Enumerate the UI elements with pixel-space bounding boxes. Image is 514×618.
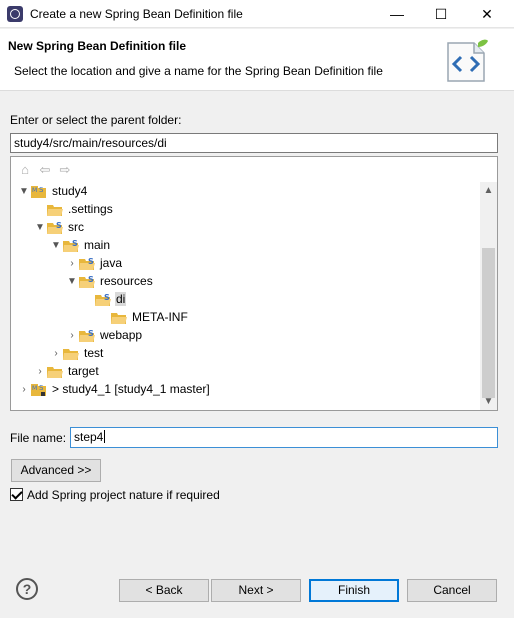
spring-folder-icon: S xyxy=(79,257,95,270)
cancel-button[interactable]: Cancel xyxy=(407,579,497,602)
advanced-button[interactable]: Advanced >> xyxy=(11,459,101,482)
svg-text:S: S xyxy=(39,384,44,392)
maximize-button[interactable]: ☐ xyxy=(418,0,464,28)
tree-item-label: resources xyxy=(100,274,153,288)
tree-item-label: webapp xyxy=(100,328,143,342)
tree-item-label: target xyxy=(68,364,99,378)
folder-icon xyxy=(63,347,79,360)
tree-item-di[interactable]: S di xyxy=(81,290,127,308)
forward-arrow-icon[interactable]: ⇨ xyxy=(57,162,73,178)
wizard-heading: New Spring Bean Definition file xyxy=(8,39,187,53)
project-icon: MS xyxy=(31,185,47,198)
folder-icon xyxy=(111,311,127,324)
spring-bean-file-icon xyxy=(447,39,488,82)
spring-folder-icon: S xyxy=(95,293,111,306)
expand-toggle xyxy=(81,290,95,308)
expand-toggle[interactable]: › xyxy=(65,254,79,272)
expand-toggle xyxy=(97,308,111,326)
svg-text:S: S xyxy=(88,329,94,338)
tree-item-label: src xyxy=(68,220,84,234)
back-button[interactable]: < Back xyxy=(119,579,209,602)
help-icon[interactable]: ? xyxy=(16,578,38,600)
minimize-button[interactable]: — xyxy=(374,0,420,28)
file-name-input[interactable]: step4 xyxy=(70,427,498,448)
spring-folder-icon: S xyxy=(63,239,79,252)
tree-item-meta-inf[interactable]: META-INF xyxy=(97,308,189,326)
expand-toggle[interactable]: › xyxy=(33,362,47,380)
tree-item-resources[interactable]: ▼ S resources xyxy=(65,272,154,290)
wizard-banner: New Spring Bean Definition file Select t… xyxy=(0,29,514,91)
parent-folder-input[interactable]: study4/src/main/resources/di xyxy=(10,133,498,153)
eclipse-app-icon xyxy=(7,6,23,22)
tree-item-label: java xyxy=(100,256,123,270)
tree-item-test[interactable]: › test xyxy=(49,344,104,362)
svg-text:S: S xyxy=(88,257,94,266)
svg-text:S: S xyxy=(72,239,78,248)
tree-item-label: main xyxy=(84,238,111,252)
finish-button[interactable]: Finish xyxy=(309,579,399,602)
window-title: Create a new Spring Bean Definition file xyxy=(30,7,243,21)
tree-item-label: META-INF xyxy=(132,310,188,324)
parent-folder-label: Enter or select the parent folder: xyxy=(10,113,182,127)
tree-item-webapp[interactable]: › S webapp xyxy=(65,326,143,344)
svg-text:S: S xyxy=(56,221,62,230)
expand-toggle[interactable]: ▼ xyxy=(49,236,63,254)
tree-item-src[interactable]: ▼ S src xyxy=(33,218,85,236)
tree-item-label: > study4_1 [study4_1 master] xyxy=(52,382,210,396)
tree-item-label: di xyxy=(115,292,127,306)
spring-folder-icon: S xyxy=(47,221,63,234)
expand-toggle xyxy=(33,200,47,218)
spring-folder-icon: S xyxy=(79,329,95,342)
folder-icon xyxy=(47,365,63,378)
expand-toggle[interactable]: ▼ xyxy=(65,272,79,290)
tree-item-study4-1[interactable]: › MS > study4_1 [study4_1 master] xyxy=(17,380,211,398)
svg-text:S: S xyxy=(104,293,110,302)
next-button[interactable]: Next > xyxy=(211,579,301,602)
tree-toolbar: ⌂ ⇦ ⇨ xyxy=(17,162,73,178)
tree-item-label: .settings xyxy=(68,202,113,216)
wizard-description: Select the location and give a name for … xyxy=(14,64,383,78)
folder-tree[interactable]: ⌂ ⇦ ⇨ ▼ MS study4 .settings ▼ S src ▼ S … xyxy=(10,156,498,411)
expand-toggle[interactable]: › xyxy=(49,344,63,362)
text-caret xyxy=(104,430,106,443)
tree-scrollbar[interactable]: ▲ ▼ xyxy=(480,182,497,410)
file-name-label: File name: xyxy=(10,431,67,445)
project-icon: MS xyxy=(31,383,47,396)
tree-item-java[interactable]: › S java xyxy=(65,254,123,272)
tree-item-target[interactable]: › target xyxy=(33,362,100,380)
spring-nature-label[interactable]: Add Spring project nature if required xyxy=(27,488,220,502)
tree-item-label: test xyxy=(84,346,104,360)
spring-folder-icon: S xyxy=(79,275,95,288)
svg-text:M: M xyxy=(32,385,37,392)
svg-text:S: S xyxy=(88,275,94,284)
file-name-value: step4 xyxy=(74,430,104,444)
tree-item-label: study4 xyxy=(52,184,88,198)
tree-item-study4[interactable]: ▼ MS study4 xyxy=(17,182,88,200)
title-bar: Create a new Spring Bean Definition file… xyxy=(0,0,514,28)
expand-toggle[interactable]: › xyxy=(65,326,79,344)
scroll-down-arrow-icon[interactable]: ▼ xyxy=(480,393,497,410)
folder-icon xyxy=(47,203,63,216)
expand-toggle[interactable]: ▼ xyxy=(17,182,31,200)
back-arrow-icon[interactable]: ⇦ xyxy=(37,162,53,178)
tree-item-main[interactable]: ▼ S main xyxy=(49,236,111,254)
scroll-thumb[interactable] xyxy=(482,248,495,398)
expand-toggle[interactable]: ▼ xyxy=(33,218,47,236)
close-button[interactable]: ✕ xyxy=(464,0,510,28)
tree-item-settings[interactable]: .settings xyxy=(33,200,114,218)
scroll-up-arrow-icon[interactable]: ▲ xyxy=(480,182,497,199)
spring-nature-checkbox[interactable] xyxy=(10,488,23,501)
expand-toggle[interactable]: › xyxy=(17,380,31,398)
svg-text:M: M xyxy=(32,187,37,194)
svg-text:S: S xyxy=(39,186,44,194)
home-icon[interactable]: ⌂ xyxy=(17,162,33,178)
